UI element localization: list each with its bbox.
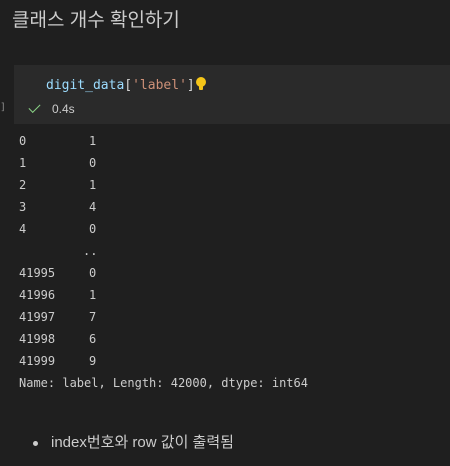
output-row: 10 xyxy=(19,152,308,174)
output-value: 0 xyxy=(89,266,97,280)
output-index: 41996 xyxy=(19,288,56,302)
output-row: 41996 1 xyxy=(19,284,308,306)
output-index: 0 xyxy=(19,134,27,148)
output-row: 41997 7 xyxy=(19,306,308,328)
output-value: 0 xyxy=(89,222,97,236)
output-value: 7 xyxy=(89,310,97,324)
output-value: 9 xyxy=(89,354,97,368)
output-value: 1 xyxy=(89,288,97,302)
output-row: 34 xyxy=(19,196,308,218)
output-row: 41995 0 xyxy=(19,262,308,284)
bullet-dot-icon xyxy=(33,440,38,446)
output-value: 6 xyxy=(89,332,97,346)
code-cell[interactable]: digit_data['label'] xyxy=(14,65,450,124)
code-string-key: 'label' xyxy=(132,78,187,93)
output-index: 2 xyxy=(19,178,27,192)
markdown-heading: 클래스 개수 확인하기 xyxy=(12,10,180,31)
output-ellipsis: .. xyxy=(83,244,98,258)
output-row: 21 xyxy=(19,174,308,196)
cell-gutter-marker: ] xyxy=(0,102,7,113)
output-row: 41998 6 xyxy=(19,328,308,350)
output-index: 4 xyxy=(19,222,27,236)
output-row: 01 xyxy=(19,130,308,152)
list-item-text: index번호와 row 값이 출력됨 xyxy=(51,434,234,451)
execution-time: 0.4s xyxy=(52,102,75,116)
cell-output: 01 10 21 34 40 .. 41995 0 41996 1 41997 7 4… xyxy=(19,130,308,394)
output-index: 1 xyxy=(19,156,27,170)
code-editor[interactable]: digit_data['label'] xyxy=(46,77,206,95)
output-row: 41999 9 xyxy=(19,350,308,372)
output-value: 1 xyxy=(89,178,97,192)
output-row: 40 xyxy=(19,218,308,240)
output-index: 41995 xyxy=(19,266,56,280)
output-index: 41998 xyxy=(19,332,56,346)
code-variable: digit_data xyxy=(46,78,125,93)
output-index: 41999 xyxy=(19,354,56,368)
output-value: 4 xyxy=(89,200,97,214)
output-value: 0 xyxy=(89,156,97,170)
code-open-bracket: [ xyxy=(124,78,133,93)
execution-status: 0.4s xyxy=(28,100,75,116)
code-close-bracket: ] xyxy=(186,78,195,93)
lightbulb-icon[interactable] xyxy=(195,77,206,91)
markdown-bullet-list: index번호와 row 값이 출력됨 xyxy=(33,432,234,454)
output-series-info: Name: label, Length: 42000, dtype: int64 xyxy=(19,376,308,390)
output-index: 41997 xyxy=(19,310,56,324)
output-index: 3 xyxy=(19,200,27,214)
check-icon xyxy=(28,100,41,114)
list-item: index번호와 row 값이 출력됨 xyxy=(33,432,234,454)
output-value: 1 xyxy=(89,134,97,148)
